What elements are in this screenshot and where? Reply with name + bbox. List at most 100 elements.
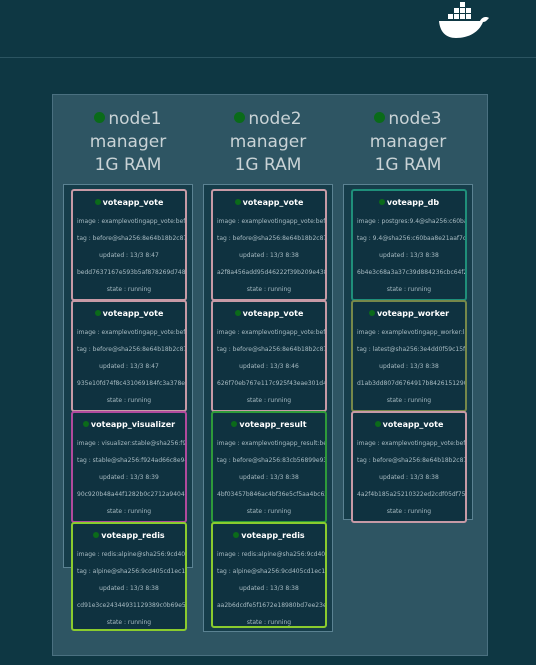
service-tag: tag : before@sha256:8e64b18b2c87 <box>217 235 325 242</box>
node-header-node1: node1 manager 1G RAM <box>63 108 193 177</box>
service-container-id: cd91e3ce24344931129389c0b69e53 <box>77 602 185 609</box>
service-status-dot <box>368 310 375 316</box>
service-image: image : examplevotingapp_vote:befo <box>357 440 465 447</box>
service-image: image : redis:alpine@sha256:9cd405 <box>217 551 325 558</box>
service-name: voteapp_result <box>239 420 307 429</box>
service-status-dot <box>374 421 381 427</box>
service-updated: updated : 13/3 8:38 <box>239 252 299 259</box>
service-image: image : visualizer:stable@sha256:f9 <box>77 440 185 447</box>
node-role: manager <box>229 132 307 152</box>
service-name: voteapp_worker <box>376 309 450 318</box>
service-name: voteapp_redis <box>241 531 305 540</box>
node-name: node3 <box>388 109 442 129</box>
service-image: image : examplevotingapp_vote:befo <box>217 329 325 336</box>
service-image: image : postgres:9.4@sha256:c60ba <box>357 218 465 225</box>
service-status-dot <box>94 310 101 316</box>
service-updated: updated : 13/3 8:38 <box>239 474 299 481</box>
service-container-id: 6b4e3c68a3a37c39d884236cbc64f2 <box>357 269 465 276</box>
service-card-voteapp-vote[interactable]: voteapp_vote image : examplevotingapp_vo… <box>351 411 467 523</box>
service-card-voteapp-redis[interactable]: voteapp_redis image : redis:alpine@sha25… <box>71 522 187 631</box>
service-image: image : examplevotingapp_vote:befo <box>77 218 185 225</box>
service-state: state : running <box>386 286 432 293</box>
service-state: state : running <box>386 397 432 404</box>
service-tag: tag : alpine@sha256:9cd405cd1ec14 <box>77 568 185 575</box>
node-name: node2 <box>248 109 302 129</box>
service-state: state : running <box>386 508 432 515</box>
service-status-dot <box>233 532 240 538</box>
service-updated: updated : 13/3 8:38 <box>239 585 299 592</box>
service-state: state : running <box>246 619 292 626</box>
service-name: voteapp_visualizer <box>90 420 176 429</box>
service-updated: updated : 13/3 8:39 <box>99 474 159 481</box>
service-container-id: 4bf03457b846ac4bf36e5cf5aa4bc62 <box>217 491 325 498</box>
service-status-dot <box>231 421 238 427</box>
service-container-id: 4a2f4b185a25210322ed2cdf05df752 <box>357 491 465 498</box>
service-container-id: bedd7637167e593b5af878269d748 <box>77 269 185 276</box>
node-column-node1: voteapp_vote image : examplevotingapp_vo… <box>63 184 193 631</box>
service-state: state : running <box>246 286 292 293</box>
service-status-dot <box>234 199 241 205</box>
service-container-id: a2f8a456add95d46222f39b209e438 <box>217 269 325 276</box>
service-tag: tag : before@sha256:8e64b18b2c87 <box>77 346 185 353</box>
service-tag: tag : latest@sha256:3e4dd0f59c15f4 <box>357 346 465 353</box>
node-header-node3: node3 manager 1G RAM <box>343 108 473 177</box>
service-state: state : running <box>246 397 292 404</box>
node-role: manager <box>369 132 447 152</box>
service-name: voteapp_vote <box>242 198 304 207</box>
service-status-dot <box>378 199 385 205</box>
service-state: state : running <box>246 508 292 515</box>
service-state: state : running <box>106 508 152 515</box>
service-image: image : examplevotingapp_result:befo <box>217 440 325 447</box>
service-state: state : running <box>106 286 152 293</box>
service-container-id: d1ab3dd807d6764917b8426151290 <box>357 380 465 387</box>
top-bar <box>0 0 536 58</box>
service-updated: updated : 13/3 8:47 <box>99 363 159 370</box>
service-container-id: 935e10fd74f8c431069184fc3a378e4 <box>77 380 185 387</box>
service-card-voteapp-visualizer[interactable]: voteapp_visualizer image : visualizer:st… <box>71 411 187 523</box>
service-updated: updated : 13/3 8:38 <box>99 585 159 592</box>
node-ram: 1G RAM <box>234 155 302 175</box>
service-status-dot <box>82 421 89 427</box>
service-state: state : running <box>106 397 152 404</box>
service-card-voteapp-vote[interactable]: voteapp_vote image : examplevotingapp_vo… <box>71 300 187 412</box>
node-ram: 1G RAM <box>374 155 442 175</box>
node-role: manager <box>89 132 167 152</box>
service-card-voteapp-vote[interactable]: voteapp_vote image : examplevotingapp_vo… <box>211 189 327 301</box>
service-image: image : examplevotingapp_worker:la <box>357 329 465 336</box>
node-status-dot <box>374 112 386 123</box>
service-name: voteapp_vote <box>242 309 304 318</box>
service-name: voteapp_redis <box>101 531 165 540</box>
service-status-dot <box>94 199 101 205</box>
service-container-id: aa2b6dcdfe5f1672e18980bd7ee23e <box>217 602 325 609</box>
node-header-node2: node2 manager 1G RAM <box>203 108 333 177</box>
service-name: voteapp_vote <box>102 309 164 318</box>
service-image: image : examplevotingapp_vote:befo <box>77 329 185 336</box>
docker-whale-icon <box>439 2 489 38</box>
node-column-node3: voteapp_db image : postgres:9.4@sha256:c… <box>343 184 473 523</box>
service-card-voteapp-vote[interactable]: voteapp_vote image : examplevotingapp_vo… <box>71 189 187 301</box>
service-tag: tag : before@sha256:83cb56899e93 <box>217 457 325 464</box>
service-updated: updated : 13/3 8:38 <box>379 252 439 259</box>
service-card-voteapp-redis[interactable]: voteapp_redis image : redis:alpine@sha25… <box>211 522 327 628</box>
service-tag: tag : before@sha256:8e64b18b2c87 <box>77 235 185 242</box>
service-tag: tag : before@sha256:8e64b18b2c87 <box>357 457 465 464</box>
service-status-dot <box>234 310 241 316</box>
service-card-voteapp-db[interactable]: voteapp_db image : postgres:9.4@sha256:c… <box>351 189 467 301</box>
service-name: voteapp_vote <box>102 198 164 207</box>
node-column-node2: voteapp_vote image : examplevotingapp_vo… <box>203 184 333 632</box>
service-card-voteapp-worker[interactable]: voteapp_worker image : examplevotingapp_… <box>351 300 467 412</box>
service-updated: updated : 13/3 8:46 <box>239 363 299 370</box>
service-updated: updated : 13/3 8:47 <box>99 252 159 259</box>
service-card-voteapp-result[interactable]: voteapp_result image : examplevotingapp_… <box>211 411 327 523</box>
service-image: image : redis:alpine@sha256:9cd405 <box>77 551 185 558</box>
service-updated: updated : 13/3 8:38 <box>379 474 439 481</box>
service-name: voteapp_vote <box>382 420 444 429</box>
service-tag: tag : alpine@sha256:9cd405cd1ec14 <box>217 568 325 575</box>
service-card-voteapp-vote[interactable]: voteapp_vote image : examplevotingapp_vo… <box>211 300 327 412</box>
node-status-dot <box>94 112 106 123</box>
service-tag: tag : stable@sha256:f924ad66c8e94 <box>77 457 185 464</box>
node-ram: 1G RAM <box>94 155 162 175</box>
service-status-dot <box>93 532 100 538</box>
node-status-dot <box>234 112 246 123</box>
service-container-id: 90c920b48a44f1282b0c2712a94041 <box>77 491 185 498</box>
